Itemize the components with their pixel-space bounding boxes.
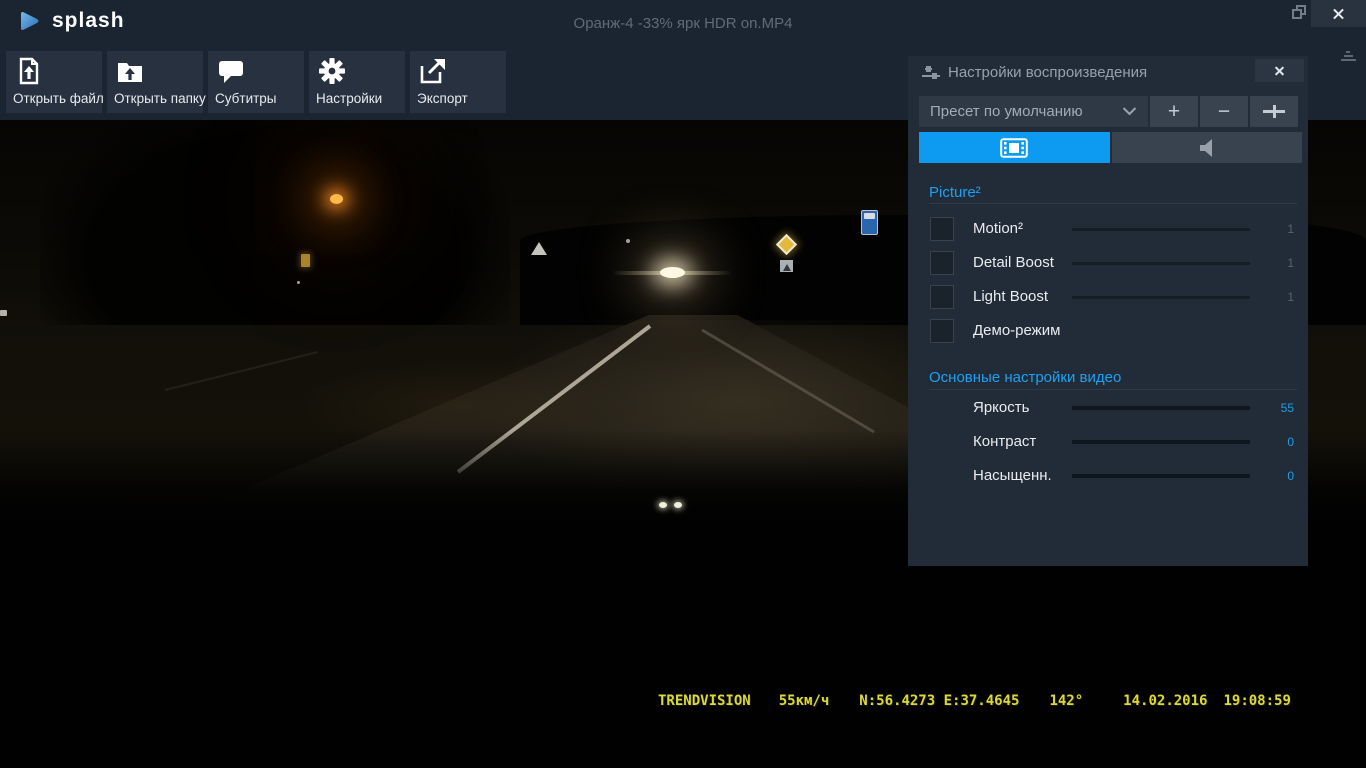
slider-value: 0 — [1258, 469, 1294, 483]
setting-row-contrast: Контраст 0 — [908, 425, 1308, 459]
demo-mode-checkbox[interactable] — [930, 319, 954, 343]
setting-label: Яркость — [973, 399, 1029, 416]
setting-label: Контраст — [973, 433, 1036, 450]
divider — [929, 203, 1297, 204]
pedestrian-sign — [780, 260, 793, 272]
toolbar-button-label: Экспорт — [417, 91, 468, 106]
setting-row-demo-mode: Демо-режим — [908, 314, 1308, 348]
oncoming-headlights — [660, 267, 685, 278]
motion-slider[interactable] — [1072, 227, 1250, 231]
detail-boost-slider[interactable] — [1072, 261, 1250, 265]
setting-row-detail-boost: Detail Boost 1 — [908, 246, 1308, 280]
warning-sign — [531, 242, 547, 255]
subtitles-icon — [217, 57, 245, 85]
open-file-button[interactable]: Открыть файл — [6, 51, 102, 113]
setting-label: Light Boost — [973, 288, 1048, 305]
export-icon — [419, 57, 447, 85]
setting-row-motion: Motion² 1 — [908, 212, 1308, 246]
panel-header: Настройки воспроизведения — [908, 56, 1308, 92]
light-speck — [297, 281, 300, 284]
setting-label: Демо-режим — [973, 322, 1060, 339]
speaker-icon — [1199, 138, 1215, 158]
app-window: TRENDVISION 55км/ч N:56.4273 E:37.4645 1… — [0, 0, 1366, 768]
detail-boost-checkbox[interactable] — [930, 251, 954, 275]
settings-gear-icon — [318, 57, 346, 85]
subtitles-button[interactable]: Субтитры — [208, 51, 304, 113]
chevron-down-icon — [1122, 107, 1137, 116]
setting-label: Насыщенн. — [973, 467, 1052, 484]
light-boost-slider[interactable] — [1072, 295, 1250, 299]
open-file-icon — [15, 57, 43, 85]
section-title-basic-video: Основные настройки видео — [929, 369, 1121, 386]
light-speck — [626, 239, 630, 243]
main-toolbar: Открыть файл Открыть папку Субтитры — [6, 51, 506, 113]
setting-row-saturation: Насыщенн. 0 — [908, 459, 1308, 493]
hood-reflection — [674, 502, 682, 508]
toolbar-button-label: Субтитры — [215, 91, 277, 106]
dashcam-time: 19:08:59 — [1223, 693, 1290, 709]
remove-preset-button[interactable]: − — [1200, 96, 1248, 127]
close-icon — [1332, 7, 1345, 20]
tab-video[interactable] — [919, 132, 1110, 163]
minus-icon: − — [1218, 100, 1230, 124]
close-window-button[interactable] — [1311, 0, 1366, 27]
section-title-picture: Picture² — [929, 184, 981, 201]
reset-preset-button[interactable] — [1250, 96, 1298, 127]
light-boost-checkbox[interactable] — [930, 285, 954, 309]
setting-row-light-boost: Light Boost 1 — [908, 280, 1308, 314]
slider-value: 1 — [1258, 290, 1294, 304]
dashcam-coordinates: N:56.4273 E:37.4645 — [859, 693, 1019, 709]
toolbar-button-label: Открыть файл — [13, 91, 104, 106]
reset-sliders-icon — [1263, 105, 1285, 118]
export-button[interactable]: Экспорт — [410, 51, 506, 113]
slider-value: 0 — [1258, 435, 1294, 449]
plus-icon: + — [1168, 100, 1180, 124]
window-title: Оранж-4 -33% ярк HDR on.MP4 — [0, 15, 1366, 32]
streetlight — [330, 194, 343, 204]
dashcam-heading: 142° — [1049, 693, 1083, 709]
divider — [929, 389, 1297, 390]
slider-value: 55 — [1258, 401, 1294, 415]
hood-reflection — [659, 502, 667, 508]
open-folder-button[interactable]: Открыть папку — [107, 51, 203, 113]
panel-title: Настройки воспроизведения — [948, 56, 1147, 90]
slider-value: 1 — [1258, 222, 1294, 236]
toolbar-button-label: Открыть папку — [114, 91, 206, 106]
preset-row: Пресет по умолчанию + − — [919, 96, 1298, 127]
restore-window-button[interactable] — [1291, 4, 1311, 24]
playback-settings-panel: Настройки воспроизведения Пресет по умол… — [908, 56, 1308, 566]
dashcam-date: 14.02.2016 — [1123, 693, 1207, 709]
frame-edge-mark — [0, 310, 7, 316]
bus-stop-sign — [861, 210, 878, 235]
saturation-slider[interactable] — [1072, 474, 1250, 478]
panel-tabs — [919, 132, 1302, 163]
settings-button[interactable]: Настройки — [309, 51, 405, 113]
contrast-slider[interactable] — [1072, 440, 1250, 444]
dashcam-speed: 55км/ч — [779, 693, 830, 709]
close-icon — [1274, 65, 1285, 76]
preset-value: Пресет по умолчанию — [930, 103, 1083, 120]
setting-label: Detail Boost — [973, 254, 1054, 271]
preset-dropdown[interactable]: Пресет по умолчанию — [919, 96, 1148, 127]
add-preset-button[interactable]: + — [1150, 96, 1198, 127]
playlist-handle-icon[interactable] — [1340, 51, 1356, 63]
dashcam-overlay: TRENDVISION 55км/ч N:56.4273 E:37.4645 1… — [658, 693, 1291, 709]
toolbar-button-label: Настройки — [316, 91, 382, 106]
tab-audio[interactable] — [1112, 132, 1303, 163]
window-light — [301, 254, 310, 267]
motion-checkbox[interactable] — [930, 217, 954, 241]
dashcam-brand: TRENDVISION — [658, 693, 751, 709]
film-icon — [1000, 138, 1028, 158]
slider-value: 1 — [1258, 256, 1294, 270]
sliders-icon — [922, 67, 940, 80]
brightness-slider[interactable] — [1072, 406, 1250, 410]
setting-label: Motion² — [973, 220, 1023, 237]
panel-close-button[interactable] — [1255, 59, 1304, 82]
setting-row-brightness: Яркость 55 — [908, 391, 1308, 425]
open-folder-icon — [116, 57, 144, 85]
